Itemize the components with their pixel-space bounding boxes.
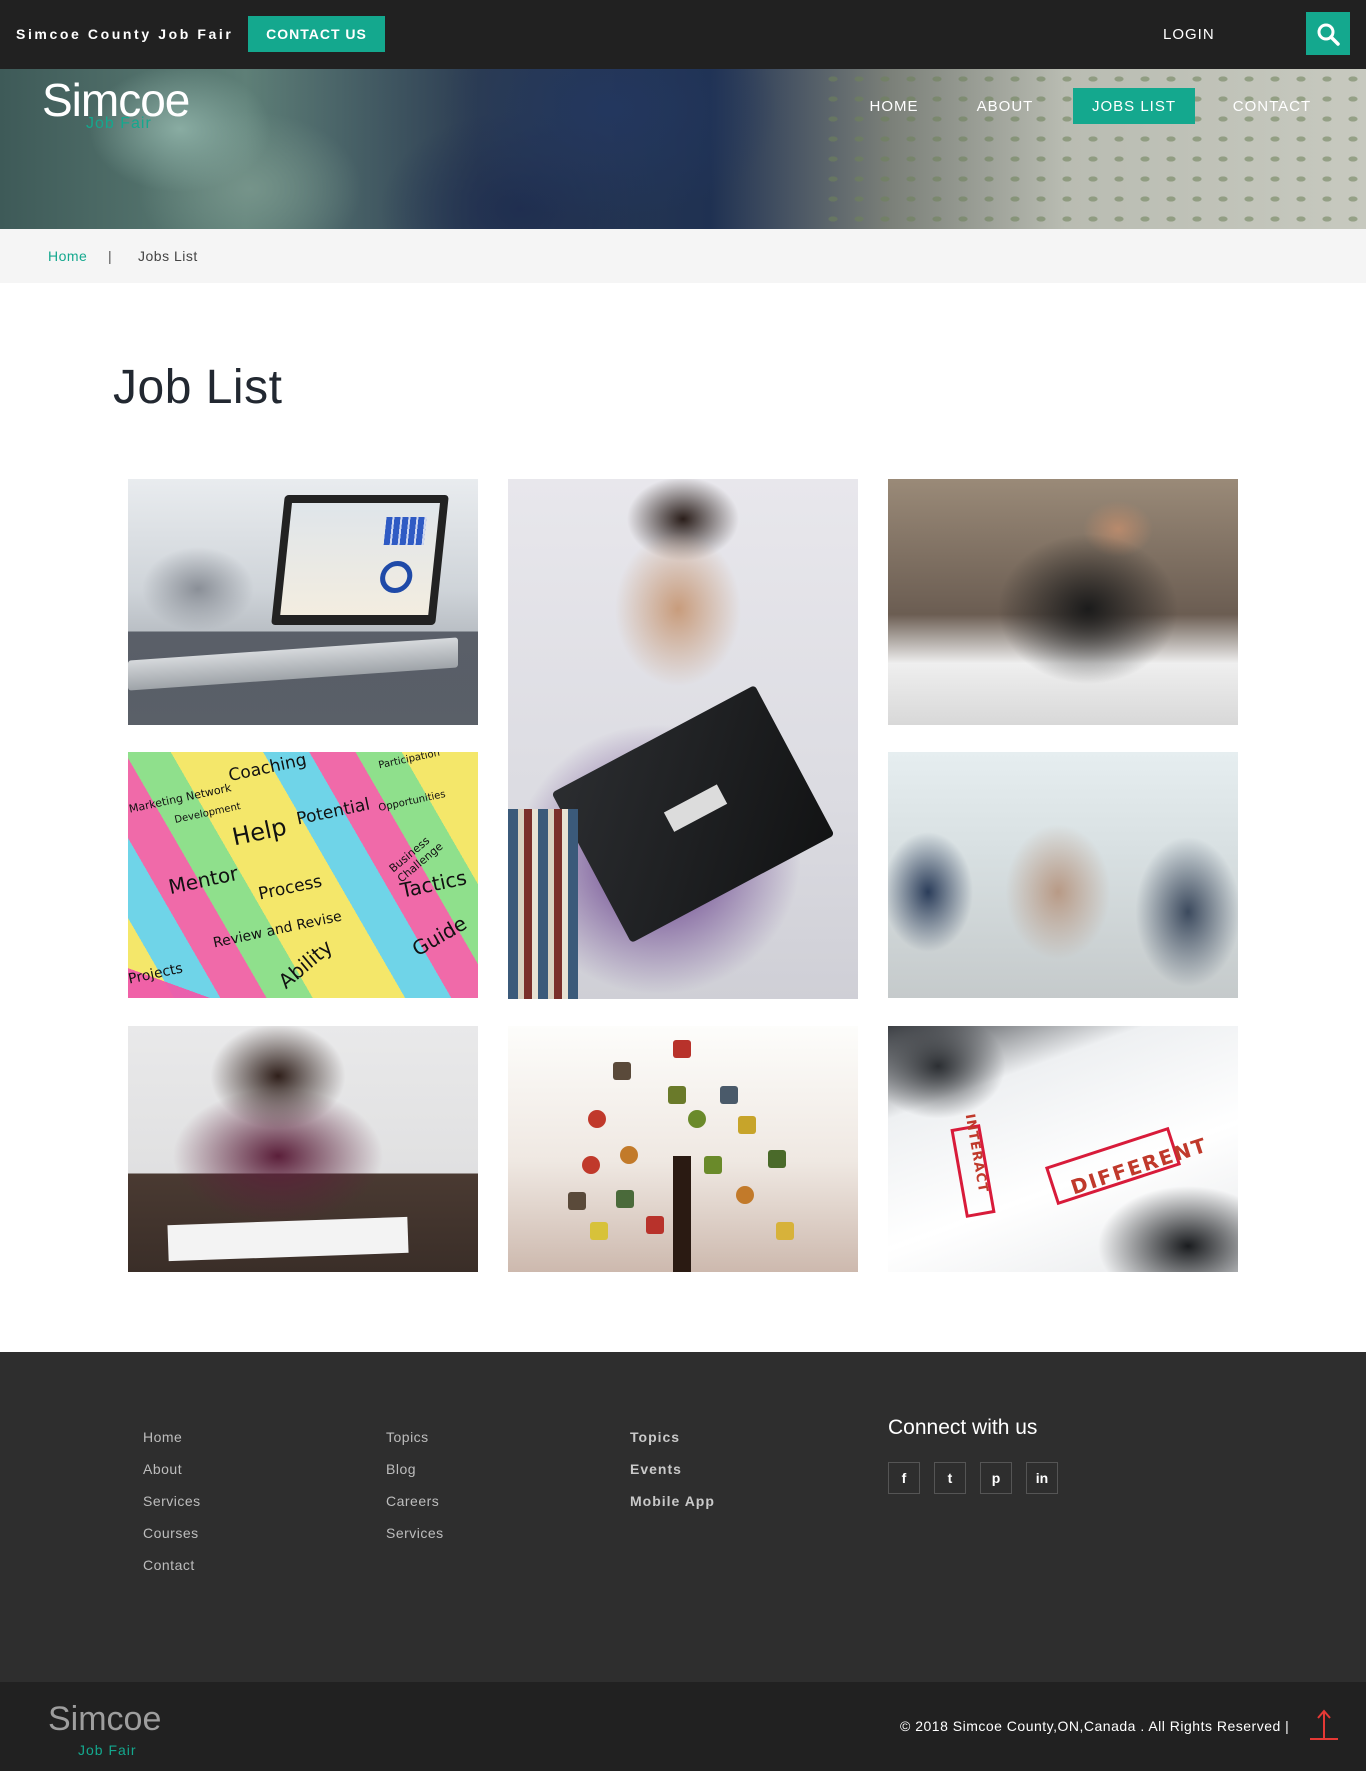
globe-icon (688, 1110, 706, 1128)
bottom-bar: Simcoe Job Fair © 2018 Simcoe County,ON,… (0, 1682, 1366, 1771)
job-image-woman-writing[interactable] (888, 479, 1238, 725)
footer-link-events[interactable]: Events (630, 1461, 682, 1477)
sticky-word: Mentor (166, 860, 241, 900)
job-image-brainstorm[interactable]: DIFFERENT INTERACT (888, 1026, 1238, 1272)
footer-logo-sub: Job Fair (78, 1742, 137, 1758)
laptop-ring-chart (378, 561, 414, 593)
camera-icon (568, 1192, 586, 1210)
paper (167, 1216, 409, 1262)
sticky-word: Coaching (226, 752, 309, 787)
book-stack (508, 809, 578, 999)
twitter-icon: t (947, 1470, 953, 1486)
sticky-word: Process (256, 871, 324, 905)
footer-logo-main[interactable]: Simcoe (48, 1700, 161, 1739)
refresh-icon (620, 1146, 638, 1164)
footer-link-topics[interactable]: Topics (386, 1429, 429, 1445)
nav-jobs-list[interactable]: JOBS LIST (1073, 88, 1195, 124)
mail-icon (616, 1190, 634, 1208)
breadcrumb-separator: | (108, 248, 112, 264)
page-title: Job List (113, 361, 283, 414)
footer-link-blog[interactable]: Blog (386, 1461, 416, 1477)
pinterest-button[interactable]: p (980, 1462, 1012, 1494)
job-image-meeting[interactable] (888, 752, 1238, 998)
footer-link-topics-2[interactable]: Topics (630, 1429, 680, 1445)
facebook-icon (668, 1086, 686, 1104)
twitter-button[interactable]: t (934, 1462, 966, 1494)
linkedin-button[interactable]: in (1026, 1462, 1058, 1494)
footer-link-services[interactable]: Services (143, 1493, 201, 1509)
cart-icon (768, 1150, 786, 1168)
eye-icon (736, 1186, 754, 1204)
laptop-bar-chart (383, 517, 427, 545)
shopping-bag-icon (646, 1216, 664, 1234)
tablet-icon (776, 1222, 794, 1240)
sticky-word: Potential (294, 794, 372, 830)
job-image-laptop[interactable] (128, 479, 478, 725)
linkedin-icon: in (1035, 1470, 1049, 1486)
footer-link-about[interactable]: About (143, 1461, 182, 1477)
search-icon (1317, 23, 1340, 46)
job-image-woman-reading[interactable] (508, 479, 858, 999)
tree-trunk (673, 1156, 691, 1272)
sticky-word: Development (173, 801, 242, 826)
pinterest-icon: p (991, 1470, 1001, 1486)
facebook-button[interactable]: f (888, 1462, 920, 1494)
top-bar: Simcoe County Job Fair CONTACT US LOGIN (0, 0, 1366, 69)
copyright-text: © 2018 Simcoe County,ON,Canada . All Rig… (900, 1718, 1290, 1734)
footer-link-services-2[interactable]: Services (386, 1525, 444, 1541)
nav-contact[interactable]: CONTACT (1224, 88, 1320, 124)
facebook-icon: f (901, 1470, 907, 1486)
nav-about[interactable]: ABOUT (968, 88, 1042, 124)
podcast-icon (582, 1156, 600, 1174)
share-icon (590, 1222, 608, 1240)
breadcrumb-home[interactable]: Home (48, 248, 87, 264)
search-button[interactable] (1306, 12, 1350, 55)
sticky-word: Participation (377, 752, 441, 772)
sticky-notes-words: Coaching Help Potential Mentor Process T… (128, 752, 478, 998)
job-image-sticky-notes[interactable]: Coaching Help Potential Mentor Process T… (128, 752, 478, 998)
footer-link-contact[interactable]: Contact (143, 1557, 195, 1573)
rss-icon (673, 1040, 691, 1058)
laptop-display (280, 503, 440, 615)
clipboard-icon (613, 1062, 631, 1080)
laptop-screen (271, 495, 449, 625)
contact-us-button[interactable]: CONTACT US (248, 16, 385, 52)
breadcrumb-current: Jobs List (138, 248, 198, 264)
breadcrumb: Home | Jobs List (0, 229, 1366, 283)
nav-home[interactable]: HOME (856, 88, 932, 124)
job-image-social-tree[interactable] (508, 1026, 858, 1272)
site-name[interactable]: Simcoe County Job Fair (16, 26, 233, 42)
footer-link-mobile-app[interactable]: Mobile App (630, 1493, 715, 1509)
heart-icon (588, 1110, 606, 1128)
sticky-word: Ability (273, 934, 338, 994)
main-nav: HOME ABOUT JOBS LIST CONTACT (0, 88, 1366, 124)
job-image-woman-desk[interactable] (128, 1026, 478, 1272)
back-to-top-icon[interactable] (1308, 1708, 1340, 1742)
sticky-word: Opportunities (377, 789, 447, 814)
twitter-icon (720, 1086, 738, 1104)
phone-icon (704, 1156, 722, 1174)
footer-link-courses[interactable]: Courses (143, 1525, 199, 1541)
footer-link-home[interactable]: Home (143, 1429, 182, 1445)
connect-heading: Connect with us (888, 1416, 1038, 1439)
hero-banner: Simcoe Job Fair HOME ABOUT JOBS LIST CON… (0, 69, 1366, 229)
footer-link-careers[interactable]: Careers (386, 1493, 439, 1509)
page: Simcoe County Job Fair CONTACT US LOGIN … (0, 0, 1366, 1771)
sticky-word: Projects (128, 960, 185, 988)
monitor-icon (738, 1116, 756, 1134)
sticky-word: Guide (407, 910, 471, 962)
footer: Home About Services Courses Contact Topi… (0, 1352, 1366, 1682)
laptop-base (128, 637, 458, 691)
sticky-word: Help (229, 812, 290, 852)
book-label (663, 784, 728, 832)
book (551, 684, 835, 944)
login-link[interactable]: LOGIN (1163, 26, 1215, 43)
